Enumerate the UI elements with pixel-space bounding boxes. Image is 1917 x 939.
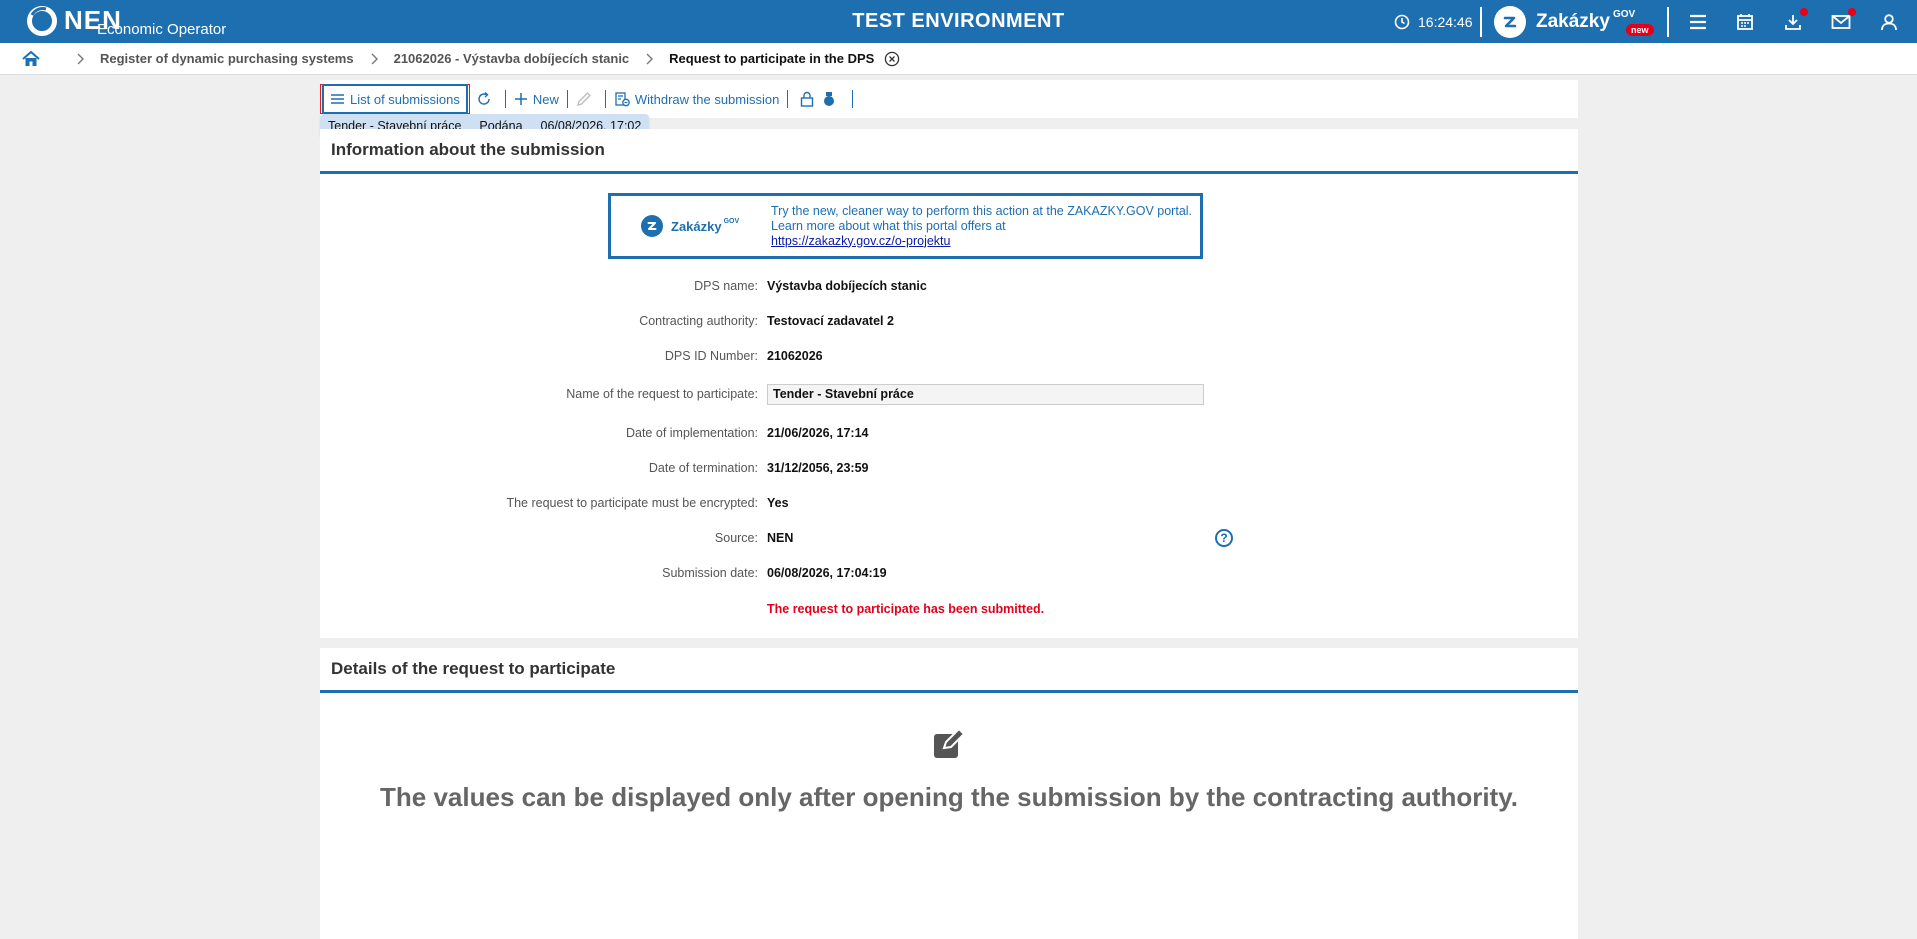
clock-time: 16:24:46 [1418,13,1473,30]
field-value: Testovací zadavatel 2 [767,314,894,328]
lock-button[interactable] [800,91,819,107]
toolbar-divider [504,90,506,108]
field-label: DPS name: [694,279,758,293]
zakazky-gov-link[interactable]: Zakázky GOV new [1494,5,1654,39]
plus-icon [514,93,527,105]
zakazky-logo-icon [1494,6,1526,38]
field-value: 21062026 [767,349,823,363]
list-of-submissions-label: List of submissions [350,91,460,107]
new-badge: new [1626,24,1654,36]
details-unavailable-message: The values can be displayed only after o… [380,782,1518,812]
chevron-right-icon [645,53,654,65]
banner-line-1: Try the new, cleaner way to perform this… [771,203,1193,218]
home-icon[interactable] [22,50,40,67]
toolbar: List of submissions New Withdraw the sub… [320,80,1578,118]
toolbar-divider [604,90,606,108]
calendar-icon[interactable] [1733,10,1757,34]
seal-button[interactable] [823,91,840,107]
divider [1667,7,1669,37]
zakazky-name: Zakázky [1536,11,1610,32]
divider [1480,7,1482,37]
logo-subtitle: Economic Operator [97,21,227,38]
panel-title: Details of the request to participate [320,648,1578,693]
field-value: Yes [767,496,789,510]
refresh-icon [478,91,490,105]
breadcrumb-item-current: Request to participate in the DPS [669,51,875,66]
field-termination-date: Date of termination: 31/12/2056, 23:59 [320,461,1578,481]
toolbar-divider [852,90,854,108]
field-label: DPS ID Number: [664,349,758,363]
menu-icon[interactable] [1686,10,1710,34]
lock-icon [801,91,814,107]
breadcrumb: Register of dynamic purchasing systems 2… [0,43,1917,75]
download-icon[interactable] [1781,8,1808,34]
field-request-name: Name of the request to participate: Tend… [320,384,1578,407]
edit-button[interactable] [576,91,597,107]
field-label: Date of termination: [648,461,758,475]
chevron-right-icon [370,53,378,65]
withdraw-submission-button[interactable]: Withdraw the submission [614,91,780,107]
clock-icon [1394,14,1410,29]
top-bar: NEN Economic Operator TEST ENVIRONMENT 1… [0,0,1917,43]
panel-title: Information about the submission [320,129,1578,174]
submitted-message: The request to participate has been subm… [767,602,1045,616]
zakazky-banner-logo: Zakázky GOV [641,215,761,237]
banner-link[interactable]: https://zakazky.gov.cz/o-projektu [771,234,1192,249]
zakazky-logo-icon [641,215,663,237]
notification-dot [1800,8,1808,16]
list-icon [331,94,344,104]
field-implementation-date: Date of implementation: 21/06/2026, 17:1… [320,426,1578,446]
field-label: Contracting authority: [639,314,758,328]
refresh-button[interactable] [476,91,497,107]
pencil-icon [576,92,591,106]
details-panel: Details of the request to participate Th… [320,648,1578,939]
zakazky-banner-name: Zakázky [671,218,722,234]
banner-line-2: Learn more about what this portal offers… [771,218,1006,233]
information-panel: Information about the submission Zakázky… [320,129,1578,638]
breadcrumb-item-dps-register[interactable]: Register of dynamic purchasing systems [100,51,354,66]
field-value: 21/06/2026, 17:14 [767,426,869,440]
zakazky-banner: Zakázky GOV Try the new, cleaner way to … [608,193,1203,259]
field-value: NEN [767,531,794,545]
list-of-submissions-button[interactable]: List of submissions [320,84,470,114]
zakazky-banner-gov: GOV [723,217,740,225]
edit-note-icon [934,728,966,758]
field-submission-date: Submission date: 06/08/2026, 17:04:19 [320,566,1578,586]
field-source: Source: NEN ? [320,529,1578,551]
chevron-right-icon [76,53,84,65]
field-label: Submission date: [662,566,758,580]
user-icon[interactable] [1877,10,1901,34]
new-label: New [532,91,559,107]
field-label: Source: [714,531,758,545]
withdraw-icon [615,92,630,107]
close-tab-icon[interactable] [884,51,900,67]
withdraw-label: Withdraw the submission [634,91,780,107]
field-value: Výstavba dobíjecích stanic [767,279,927,293]
field-value: 31/12/2056, 23:59 [767,461,869,475]
breadcrumb-item-dps[interactable]: 21062026 - Výstavba dobíjecích stanic [394,51,630,66]
help-icon[interactable]: ? [1215,529,1233,547]
new-button[interactable]: New [514,92,559,107]
field-dps-id: DPS ID Number: 21062026 [320,349,1578,369]
zakazky-gov: GOV [1612,8,1636,20]
nen-ring-icon [27,6,57,36]
mail-icon[interactable] [1829,8,1856,34]
seal-icon [824,92,835,106]
status-row: The request to participate has been subm… [320,602,1578,622]
notification-dot [1848,8,1856,16]
clock: 16:24:46 [1394,0,1473,43]
field-label: Name of the request to participate: [566,387,758,401]
field-dps-name: DPS name: Výstavba dobíjecích stanic [320,279,1578,299]
field-contracting-authority: Contracting authority: Testovací zadavat… [320,314,1578,334]
toolbar-divider [566,90,568,108]
field-value: 06/08/2026, 17:04:19 [767,566,887,580]
toolbar-divider [787,90,789,108]
field-label: The request to participate must be encry… [506,496,758,510]
zakazky-banner-text: Try the new, cleaner way to perform this… [771,204,1192,249]
field-label: Date of implementation: [625,426,758,440]
field-encrypted: The request to participate must be encry… [320,496,1578,516]
request-name-input[interactable]: Tender - Stavební práce [767,384,1204,405]
